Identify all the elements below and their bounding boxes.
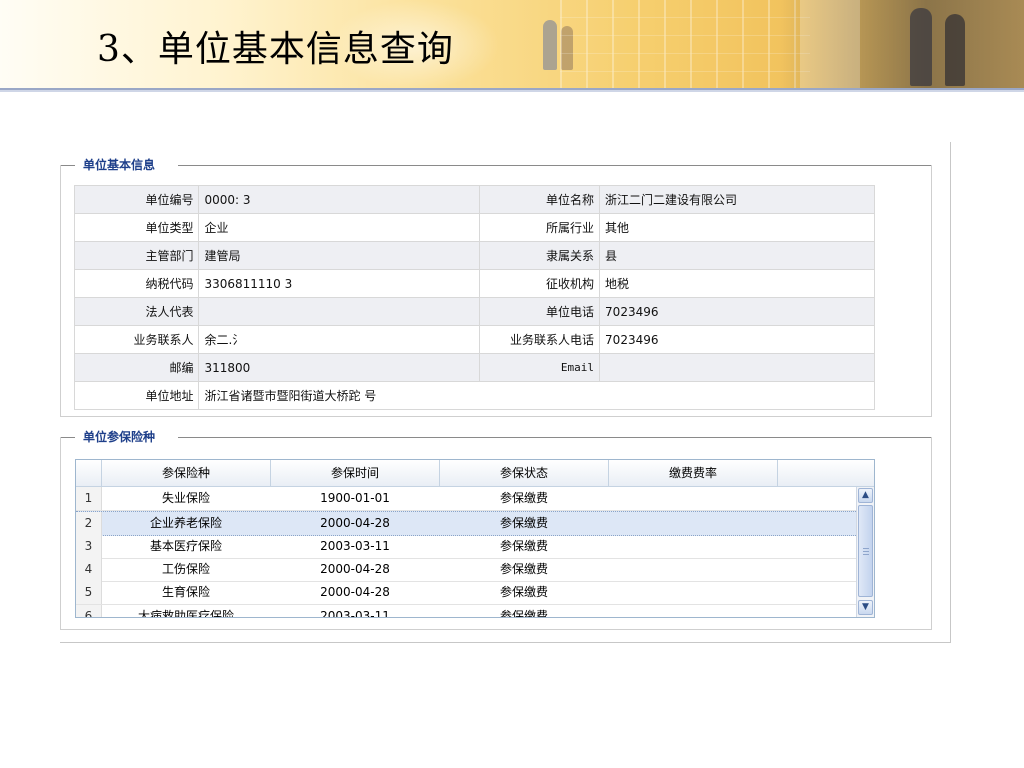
info-row: 单位地址 浙江省诸暨市暨阳街道大桥跎 号 xyxy=(73,381,875,410)
cell-date: 2003-03-11 xyxy=(320,539,390,553)
chevron-up-icon[interactable]: ▲ xyxy=(858,488,873,503)
cell-type: 生育保险 xyxy=(161,585,210,599)
grid-body: 1 失业保险 1900-01-01 参保缴费 2 企业养老保险 2000-04-… xyxy=(76,487,856,617)
info-label: 单位类型 xyxy=(73,213,200,242)
info-row: 纳税代码 3306811110 3 征收机构 地税 xyxy=(73,269,875,298)
table-row[interactable]: 6 大病救助医疗保险 2003-03-11 参保缴费 xyxy=(76,605,856,617)
grip-line xyxy=(863,548,869,549)
cell-rate xyxy=(609,605,777,617)
info-value: 余二.氵 xyxy=(198,325,481,354)
info-label: 纳税代码 xyxy=(73,269,200,298)
info-row: 业务联系人 余二.氵 业务联系人电话 7023496 xyxy=(73,325,875,354)
cell-type: 工伤保险 xyxy=(161,562,210,576)
info-label: 单位编号 xyxy=(73,185,200,214)
cell-date: 2003-03-11 xyxy=(320,609,390,617)
table-row[interactable]: 2 企业养老保险 2000-04-28 参保缴费 xyxy=(76,511,856,536)
info-value: 企业 xyxy=(198,213,481,242)
cell-rate xyxy=(609,558,777,581)
grip-line xyxy=(863,551,869,552)
info-label: 单位电话 xyxy=(479,297,601,326)
info-value: 浙江二门二建设有限公司 xyxy=(599,185,875,214)
table-row[interactable]: 1 失业保险 1900-01-01 参保缴费 xyxy=(76,487,856,511)
table-row[interactable]: 3 基本医疗保险 2003-03-11 参保缴费 xyxy=(76,535,856,559)
cell-status: 参保缴费 xyxy=(499,516,548,530)
insurance-grid: 参保险种 参保时间 参保状态 缴费费率 1 失业保险 1900-01-01 参保… xyxy=(75,459,875,618)
info-value: 地税 xyxy=(599,269,875,298)
cell-type: 企业养老保险 xyxy=(149,516,222,530)
info-row: 法人代表 单位电话 7023496 xyxy=(73,297,875,326)
cell-status: 参保缴费 xyxy=(499,539,548,553)
info-row: 单位类型 企业 所属行业 其他 xyxy=(73,213,875,242)
grid-scrollbar[interactable]: ▲ ▼ xyxy=(856,487,874,617)
cell-date: 2000-04-28 xyxy=(320,562,390,576)
row-number: 5 xyxy=(76,581,102,604)
cell-status: 参保缴费 xyxy=(499,562,548,576)
info-value xyxy=(599,353,875,382)
grid-header-cell[interactable]: 参保状态 xyxy=(440,460,609,486)
cell-type: 大病救助医疗保险 xyxy=(137,609,234,617)
row-number: 6 xyxy=(76,605,102,617)
row-number: 2 xyxy=(76,512,102,535)
grip-line xyxy=(863,554,869,555)
info-value: 其他 xyxy=(599,213,875,242)
info-label: 法人代表 xyxy=(73,297,200,326)
cell-status: 参保缴费 xyxy=(499,609,548,617)
row-number: 4 xyxy=(76,558,102,581)
info-value: 建管局 xyxy=(198,241,481,270)
info-value: 3306811110 3 xyxy=(198,269,481,298)
basic-info-table: 单位编号 0000: 3 单位名称 浙江二门二建设有限公司 单位类型 企业 所属… xyxy=(73,185,875,410)
cell-type: 失业保险 xyxy=(161,491,210,505)
banner-grid-pattern xyxy=(560,0,810,90)
cell-status: 参保缴费 xyxy=(499,585,548,599)
cell-type: 基本医疗保险 xyxy=(149,539,222,553)
info-label: 隶属关系 xyxy=(479,241,601,270)
cell-rate xyxy=(609,512,777,535)
info-label: 单位地址 xyxy=(73,381,200,410)
info-label: 所属行业 xyxy=(479,213,601,242)
cell-date: 1900-01-01 xyxy=(320,491,390,505)
grid-header-rownum xyxy=(76,460,102,486)
info-label: 单位名称 xyxy=(479,185,601,214)
info-label: Email xyxy=(479,353,601,382)
info-label: 征收机构 xyxy=(479,269,601,298)
info-label: 业务联系人电话 xyxy=(479,325,601,354)
grid-header-cell[interactable]: 缴费费率 xyxy=(609,460,778,486)
chevron-down-icon[interactable]: ▼ xyxy=(858,600,873,615)
grid-header-cell[interactable]: 参保时间 xyxy=(271,460,440,486)
grid-header: 参保险种 参保时间 参保状态 缴费费率 xyxy=(76,460,874,487)
info-value: 7023496 xyxy=(599,297,875,326)
info-row: 主管部门 建管局 隶属关系 县 xyxy=(73,241,875,270)
row-number: 1 xyxy=(76,487,102,510)
banner-divider-light xyxy=(0,90,1024,92)
cell-rate xyxy=(609,535,777,558)
cell-date: 2000-04-28 xyxy=(320,585,390,599)
info-value: 0000: 3 xyxy=(198,185,481,214)
table-row[interactable]: 4 工伤保险 2000-04-28 参保缴费 xyxy=(76,558,856,582)
grid-header-filler xyxy=(778,460,874,486)
info-value: 311800 xyxy=(198,353,481,382)
slide-banner: 3、单位基本信息查询 xyxy=(0,0,1024,90)
cell-rate xyxy=(609,581,777,604)
info-value-address: 浙江省诸暨市暨阳街道大桥跎 号 xyxy=(198,381,875,410)
banner-photo xyxy=(780,0,1024,90)
table-row[interactable]: 5 生育保险 2000-04-28 参保缴费 xyxy=(76,581,856,605)
scrollbar-thumb[interactable] xyxy=(858,505,873,597)
info-row: 单位编号 0000: 3 单位名称 浙江二门二建设有限公司 xyxy=(73,185,875,214)
info-value: 县 xyxy=(599,241,875,270)
cell-date: 2000-04-28 xyxy=(320,516,390,530)
row-number: 3 xyxy=(76,535,102,558)
info-label: 业务联系人 xyxy=(73,325,200,354)
info-value xyxy=(198,297,481,326)
grid-header-cell[interactable]: 参保险种 xyxy=(102,460,271,486)
info-label: 邮编 xyxy=(73,353,200,382)
info-row: 邮编 311800 Email xyxy=(73,353,875,382)
info-value: 7023496 xyxy=(599,325,875,354)
slide-title: 3、单位基本信息查询 xyxy=(97,29,454,70)
cell-status: 参保缴费 xyxy=(499,491,548,505)
info-label: 主管部门 xyxy=(73,241,200,270)
cell-rate xyxy=(609,487,777,510)
